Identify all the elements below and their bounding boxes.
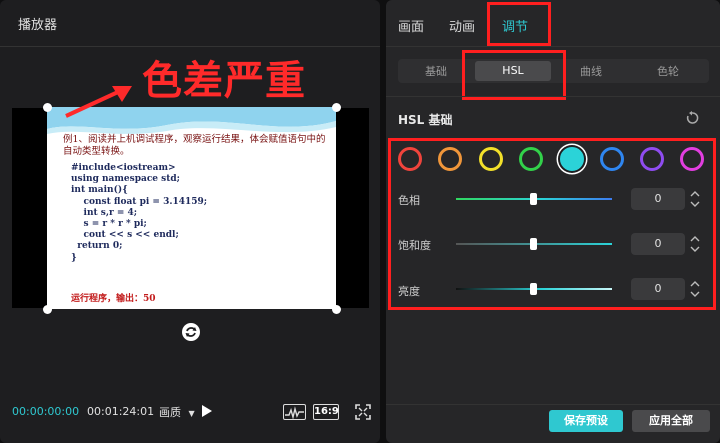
annotation-text: 色差严重 <box>142 58 306 104</box>
apply-all-button[interactable]: 应用全部 <box>632 410 710 432</box>
code-line: int s,r = 4; <box>71 207 138 218</box>
slide-code: #include<iostream> using namespace std; … <box>71 163 207 264</box>
swatch-green[interactable] <box>519 147 543 171</box>
subtab-color-wheel[interactable]: 色轮 <box>630 63 706 79</box>
divider <box>0 46 380 47</box>
resize-handle-bottom-left[interactable] <box>43 305 52 314</box>
hue-slider-knob[interactable] <box>530 193 537 205</box>
code-line: int main(){ <box>71 185 128 196</box>
rotate-icon[interactable] <box>182 323 200 341</box>
highlight-box-tab <box>487 2 551 46</box>
quality-dropdown[interactable]: 画质 ▼ <box>159 404 195 420</box>
swatch-cyan[interactable] <box>560 147 584 171</box>
code-line: using namespace std; <box>71 174 180 185</box>
saturation-slider-knob[interactable] <box>530 238 537 250</box>
swatch-red[interactable] <box>398 147 422 171</box>
hue-stepper[interactable] <box>688 188 702 210</box>
slider-label-saturation: 饱和度 <box>398 239 431 252</box>
lightness-value-input[interactable]: 0 <box>631 278 685 300</box>
quality-label: 画质 <box>159 406 181 419</box>
tab-animation[interactable]: 动画 <box>449 16 475 35</box>
hue-value-input[interactable]: 0 <box>631 188 685 210</box>
chevron-down-icon: ▼ <box>188 409 195 418</box>
code-line: cout << s << endl; <box>71 230 179 241</box>
tab-picture[interactable]: 画面 <box>398 16 424 35</box>
resize-handle-top-right[interactable] <box>332 103 341 112</box>
player-title: 播放器 <box>18 18 58 33</box>
adjust-panel: 画面 动画 调节 基础 HSL 曲线 色轮 HSL 基础 色相 0 饱和度 0 … <box>386 0 720 443</box>
swatch-purple[interactable] <box>640 147 664 171</box>
waveform-icon[interactable] <box>283 404 306 420</box>
slider-label-hue: 色相 <box>398 194 420 207</box>
aspect-ratio-button[interactable]: 16:9 <box>313 404 339 420</box>
lightness-slider-knob[interactable] <box>530 283 537 295</box>
code-line: return 0; <box>71 241 123 252</box>
panel-tabs: 画面 动画 调节 <box>386 0 720 47</box>
player-panel: 播放器 例1、阅读并上机调试程序，观察运行结果，体会赋值语句中的自动类型转换。 … <box>0 0 380 443</box>
code-line: const float pi = 3.14159; <box>71 196 208 207</box>
saturation-value-input[interactable]: 0 <box>631 233 685 255</box>
code-line: } <box>71 252 77 263</box>
code-line: s = r * r * pi; <box>71 219 147 230</box>
slider-label-lightness: 亮度 <box>398 285 420 298</box>
annotation-arrow <box>65 86 132 118</box>
resize-handle-bottom-right[interactable] <box>332 305 341 314</box>
total-time: 00:01:24:01 <box>87 405 155 418</box>
reset-icon[interactable] <box>685 111 699 125</box>
play-icon[interactable] <box>202 405 212 417</box>
save-preset-button[interactable]: 保存预设 <box>549 410 623 432</box>
lightness-stepper[interactable] <box>688 278 702 300</box>
video-frame[interactable]: 例1、阅读并上机调试程序，观察运行结果，体会赋值语句中的自动类型转换。 #inc… <box>47 107 336 309</box>
slide-run-result: 运行程序，输出：50 <box>71 294 156 304</box>
code-line: #include<iostream> <box>71 163 176 173</box>
section-title: HSL 基础 <box>398 113 453 127</box>
highlight-box-subtab <box>462 50 566 100</box>
swatch-orange[interactable] <box>438 147 462 171</box>
fullscreen-icon[interactable] <box>355 404 371 420</box>
divider <box>386 404 720 405</box>
swatch-blue[interactable] <box>600 147 624 171</box>
saturation-stepper[interactable] <box>688 233 702 255</box>
current-time: 00:00:00:00 <box>12 405 80 418</box>
swatch-magenta[interactable] <box>680 147 704 171</box>
resize-handle-top-left[interactable] <box>43 103 52 112</box>
divider <box>386 96 720 97</box>
swatch-yellow[interactable] <box>479 147 503 171</box>
slide-question: 例1、阅读并上机调试程序，观察运行结果，体会赋值语句中的自动类型转换。 <box>63 134 326 157</box>
